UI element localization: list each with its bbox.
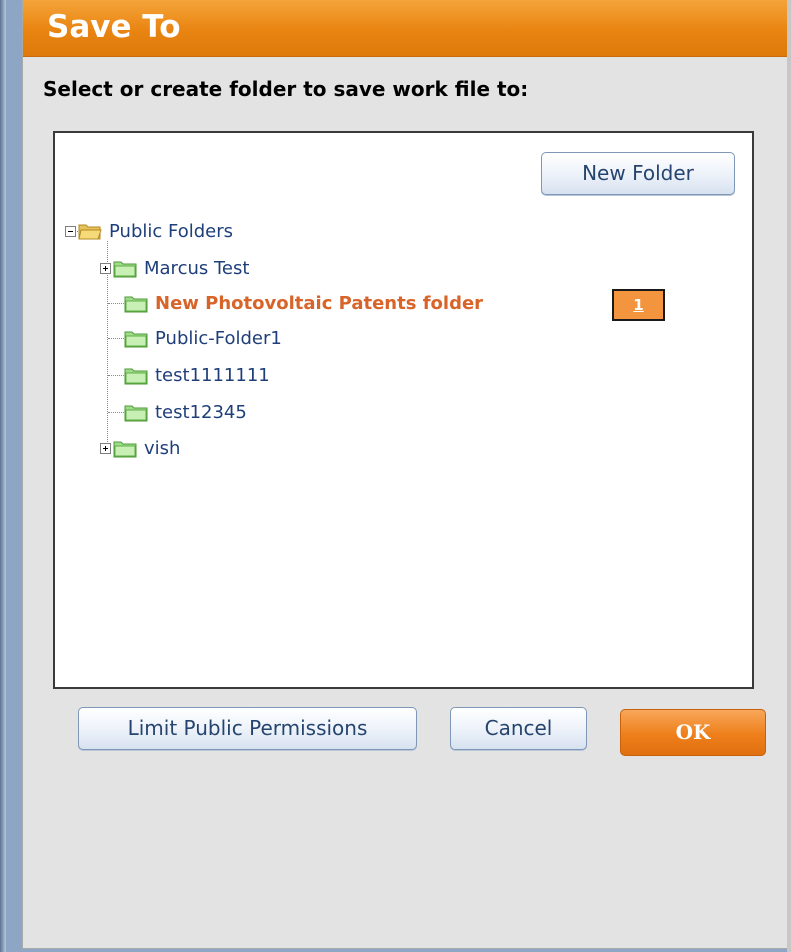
- tree-root-public-folders[interactable]: Public Folders: [65, 217, 233, 245]
- tree-item-label: test12345: [155, 401, 247, 423]
- dialog-instructions: Select or create folder to save work fil…: [43, 77, 529, 101]
- tree-connector-line: [108, 338, 124, 339]
- tree-item-label: test1111111: [155, 364, 270, 386]
- expand-icon[interactable]: [100, 442, 111, 454]
- background-window-edge: [787, 0, 791, 952]
- annotation-badge: 1: [612, 289, 665, 321]
- background-window-edge: [0, 0, 6, 952]
- tree-connector-line: [108, 375, 124, 376]
- save-to-dialog: Save To Select or create folder to save …: [22, 0, 788, 949]
- tree-item-test12345[interactable]: test12345: [124, 398, 247, 426]
- folder-icon: [124, 331, 148, 348]
- limit-public-permissions-button[interactable]: Limit Public Permissions: [78, 707, 417, 750]
- expand-icon[interactable]: [100, 262, 111, 274]
- folder-icon: [124, 368, 148, 385]
- tree-item-label: vish: [144, 437, 181, 459]
- folder-tree-panel: New Folder Public Folders Marcus Test Ne…: [53, 131, 754, 689]
- folder-icon: [124, 405, 148, 422]
- folder-open-icon: [78, 224, 102, 240]
- dialog-title: Save To: [47, 9, 181, 45]
- tree-item-new-photovoltaic-patents[interactable]: New Photovoltaic Patents folder: [124, 289, 483, 317]
- tree-item-label-selected: New Photovoltaic Patents folder: [155, 292, 484, 314]
- cancel-button[interactable]: Cancel: [450, 707, 587, 750]
- tree-item-label: Marcus Test: [144, 257, 250, 279]
- ok-button[interactable]: OK: [620, 709, 766, 756]
- tree-item-public-folder1[interactable]: Public-Folder1: [124, 324, 282, 352]
- tree-item-label: Public-Folder1: [155, 327, 282, 349]
- folder-icon: [113, 441, 137, 458]
- tree-connector-line: [108, 303, 124, 304]
- dialog-title-bar[interactable]: Save To: [23, 0, 787, 57]
- folder-tree: Public Folders Marcus Test New Photovolt…: [55, 133, 752, 687]
- tree-item-test1111111[interactable]: test1111111: [124, 361, 270, 389]
- tree-item-vish[interactable]: vish: [100, 434, 180, 462]
- folder-icon: [113, 261, 137, 278]
- collapse-icon[interactable]: [65, 225, 76, 237]
- tree-connector-line: [108, 412, 124, 413]
- folder-icon: [124, 296, 148, 313]
- tree-item-marcus-test[interactable]: Marcus Test: [100, 254, 249, 282]
- tree-root-label: Public Folders: [109, 220, 233, 242]
